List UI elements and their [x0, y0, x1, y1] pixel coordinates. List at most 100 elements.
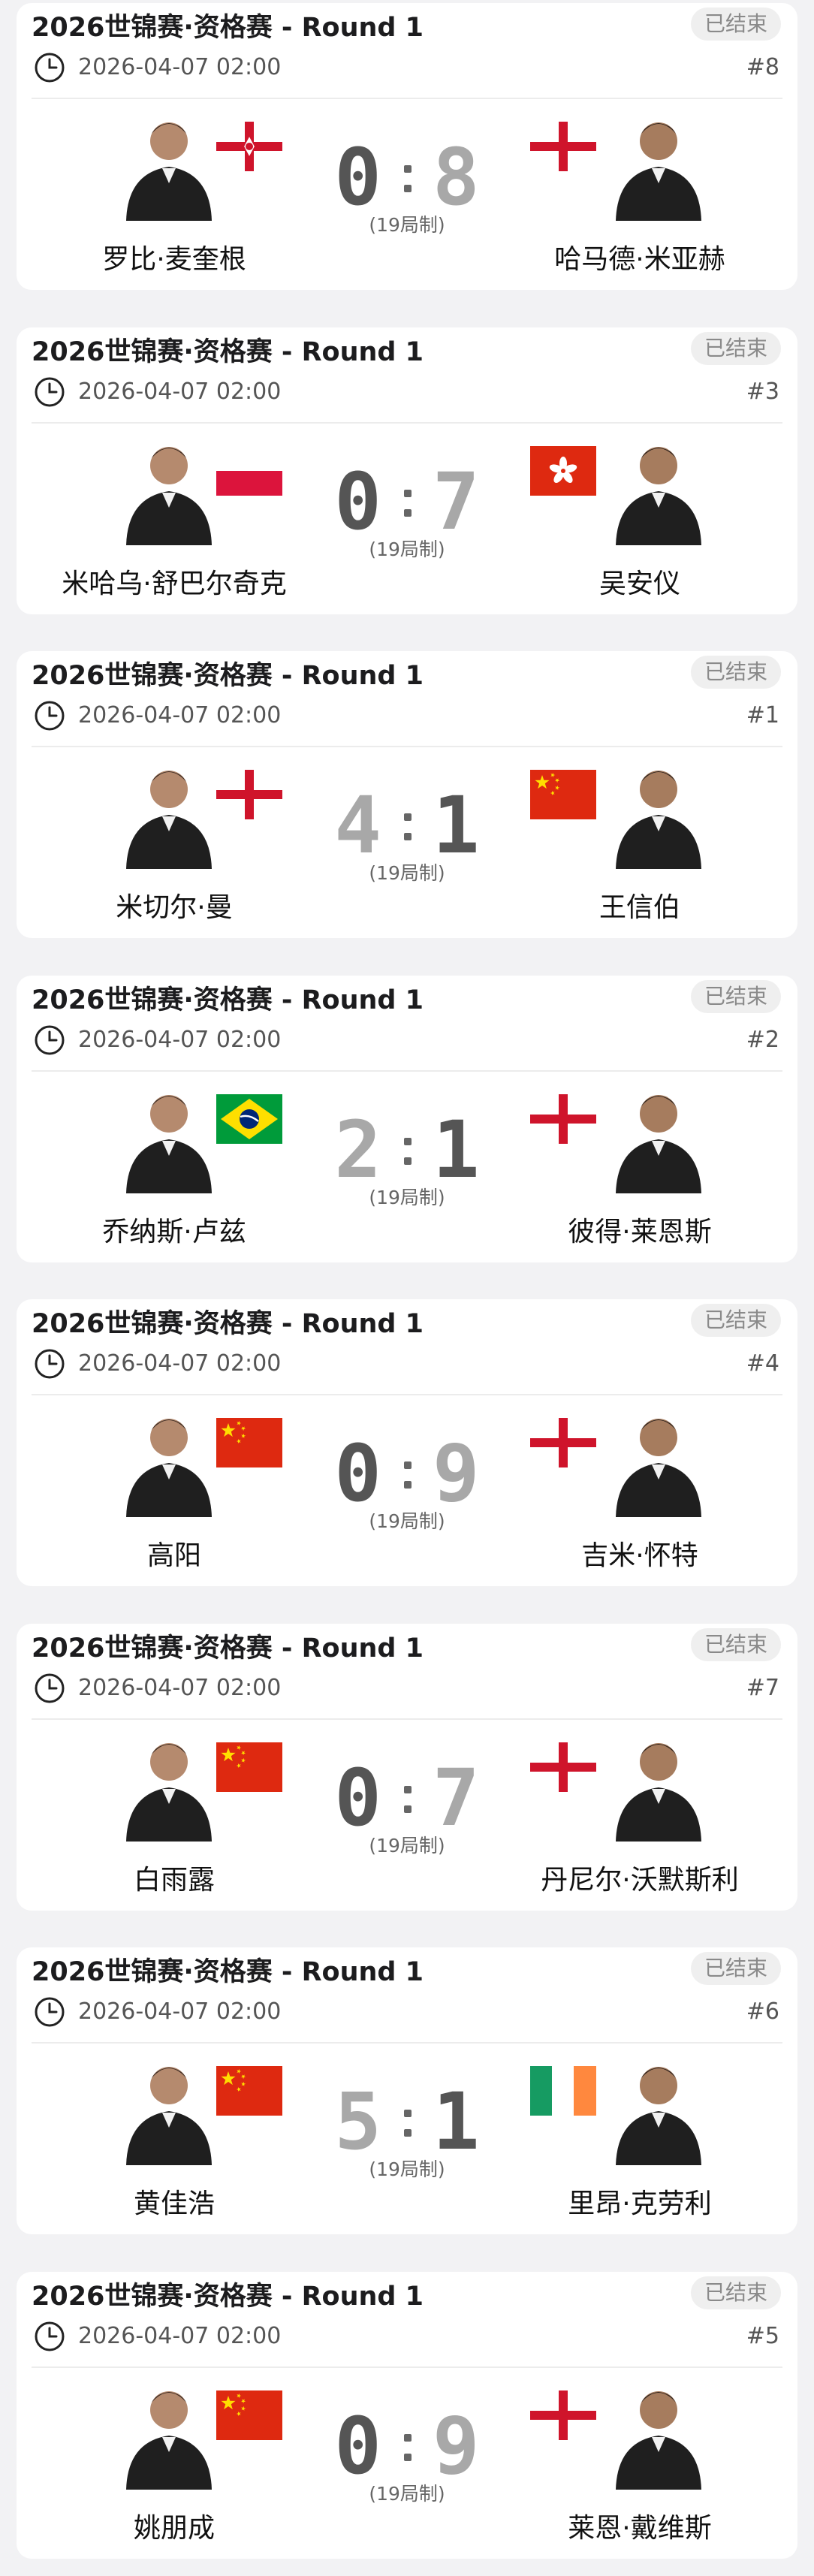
clock-icon	[35, 377, 65, 406]
status-badge: 已结束	[690, 8, 781, 41]
clock-icon	[35, 1997, 65, 2027]
flag-hong-kong-icon	[530, 445, 596, 496]
match-card-5[interactable]: 2026世锦赛·资格赛 - Round 1 已结束 2026-04-07 02:…	[17, 1299, 797, 1586]
flag-england-icon	[530, 1418, 596, 1467]
flag-china-icon	[216, 2390, 282, 2440]
flag-poland-icon	[216, 445, 282, 496]
player-name-left[interactable]: 米哈乌·舒巴尔奇克	[17, 562, 332, 601]
player-name-right[interactable]: 丹尼尔·沃默斯利	[482, 1858, 797, 1897]
score-display: 10 9	[332, 1431, 480, 1511]
score-colon-bottom	[404, 508, 412, 517]
flag-england-icon	[216, 770, 282, 819]
match-format: (19局制)	[369, 1510, 445, 1532]
flag-china-icon	[216, 2066, 282, 2116]
status-badge: 已结束	[690, 656, 781, 689]
player-avatar-right[interactable]	[602, 756, 715, 869]
player-name-right[interactable]: 王信伯	[482, 885, 797, 925]
score-colon-bottom	[404, 2129, 412, 2137]
match-time: 2026-04-07 02:00	[78, 702, 282, 728]
score-left: 10	[332, 1431, 381, 1511]
player-avatar-left[interactable]	[113, 433, 225, 545]
status-badge: 已结束	[690, 2276, 781, 2309]
score-display: 10 7	[332, 460, 480, 539]
player-name-left[interactable]: 米切尔·曼	[17, 885, 332, 925]
score-left: 10	[332, 460, 381, 539]
flag-brazil-icon	[216, 1093, 282, 1144]
divider	[32, 1394, 782, 1395]
player-name-left[interactable]: 罗比·麦奎根	[17, 237, 332, 276]
flag-china-icon	[216, 1742, 282, 1792]
player-avatar-right[interactable]	[602, 108, 715, 221]
match-number: #8	[746, 54, 779, 80]
match-card-6[interactable]: 2026世锦赛·资格赛 - Round 1 已结束 2026-04-07 02:…	[17, 1623, 797, 1911]
player-avatar-left[interactable]	[113, 2053, 225, 2165]
score-colon-bottom	[404, 185, 412, 192]
divider	[32, 1718, 782, 1720]
flag-england-icon	[530, 1742, 596, 1792]
clock-icon	[35, 2321, 65, 2351]
player-avatar-left[interactable]	[113, 756, 225, 869]
score-display: 4 10	[334, 783, 482, 863]
match-title: 2026世锦赛·资格赛 - Round 1	[32, 661, 424, 691]
player-avatar-left[interactable]	[113, 1729, 225, 1842]
score-right: 10	[433, 1108, 482, 1187]
clock-icon	[35, 1673, 65, 1703]
player-name-left[interactable]: 白雨露	[17, 1858, 332, 1897]
match-format: (19局制)	[369, 2158, 445, 2180]
player-name-right[interactable]: 吉米·怀特	[482, 1534, 797, 1573]
match-card-7[interactable]: 2026世锦赛·资格赛 - Round 1 已结束 2026-04-07 02:…	[17, 1947, 797, 2234]
match-time: 2026-04-07 02:00	[78, 1350, 282, 1377]
player-name-right[interactable]: 哈马德·米亚赫	[482, 237, 797, 276]
clock-icon	[35, 701, 65, 731]
player-avatar-right[interactable]	[602, 2377, 715, 2490]
player-name-left[interactable]: 姚朋成	[17, 2506, 332, 2545]
player-avatar-left[interactable]	[113, 1081, 225, 1193]
player-avatar-right[interactable]	[602, 2053, 715, 2165]
match-card-3[interactable]: 2026世锦赛·资格赛 - Round 1 已结束 2026-04-07 02:…	[17, 651, 797, 938]
score-right: 7	[433, 1756, 480, 1835]
score-right: 9	[433, 2404, 480, 2484]
match-card-2[interactable]: 2026世锦赛·资格赛 - Round 1 已结束 2026-04-07 02:…	[17, 327, 797, 614]
match-format: (19局制)	[369, 862, 445, 884]
match-format: (19局制)	[369, 538, 445, 560]
match-time: 2026-04-07 02:00	[78, 54, 282, 80]
player-avatar-left[interactable]	[113, 1404, 225, 1517]
player-name-right[interactable]: 彼得·莱恩斯	[482, 1210, 797, 1249]
match-format: (19局制)	[369, 1834, 445, 1857]
clock-icon	[35, 1349, 65, 1379]
player-name-right[interactable]: 里昂·克劳利	[482, 2182, 797, 2221]
player-name-right[interactable]: 吴安仪	[482, 562, 797, 601]
player-avatar-left[interactable]	[113, 108, 225, 221]
flag-china-icon	[216, 1418, 282, 1467]
status-badge: 已结束	[690, 979, 781, 1013]
match-time: 2026-04-07 02:00	[78, 1674, 282, 1701]
player-avatar-right[interactable]	[602, 1729, 715, 1842]
match-title: 2026世锦赛·资格赛 - Round 1	[32, 1957, 424, 1987]
score-right: 10	[433, 783, 482, 863]
match-title: 2026世锦赛·资格赛 - Round 1	[32, 13, 424, 43]
match-card-4[interactable]: 2026世锦赛·资格赛 - Round 1 已结束 2026-04-07 02:…	[17, 975, 797, 1262]
score-colon-bottom	[404, 1157, 412, 1165]
player-avatar-right[interactable]	[602, 1404, 715, 1517]
score-left: 4	[334, 783, 381, 863]
player-name-left[interactable]: 黄佳浩	[17, 2182, 332, 2221]
player-name-left[interactable]: 高阳	[17, 1534, 332, 1573]
score-right: 7	[433, 460, 480, 539]
player-avatar-left[interactable]	[113, 2377, 225, 2490]
player-avatar-right[interactable]	[602, 1081, 715, 1193]
match-format: (19局制)	[369, 1186, 445, 1208]
score-display: 10 7	[332, 1756, 480, 1835]
match-card-1[interactable]: 2026世锦赛·资格赛 - Round 1 已结束 2026-04-07 02:…	[17, 3, 797, 290]
player-name-left[interactable]: 乔纳斯·卢兹	[17, 1210, 332, 1249]
player-name-right[interactable]: 莱恩·戴维斯	[482, 2506, 797, 2545]
score-colon-top	[404, 165, 412, 173]
score-display: 10 9	[332, 2404, 480, 2484]
divider	[32, 1069, 782, 1072]
player-avatar-right[interactable]	[602, 433, 715, 545]
match-card-8[interactable]: 2026世锦赛·资格赛 - Round 1 已结束 2026-04-07 02:…	[17, 2271, 797, 2559]
clock-icon	[35, 53, 65, 83]
flag-ireland-icon	[530, 2066, 596, 2116]
match-title: 2026世锦赛·资格赛 - Round 1	[32, 985, 424, 1015]
match-list: 2026世锦赛·资格赛 - Round 1 已结束 2026-04-07 02:…	[0, 0, 814, 2576]
flag-england-icon	[530, 1093, 596, 1144]
